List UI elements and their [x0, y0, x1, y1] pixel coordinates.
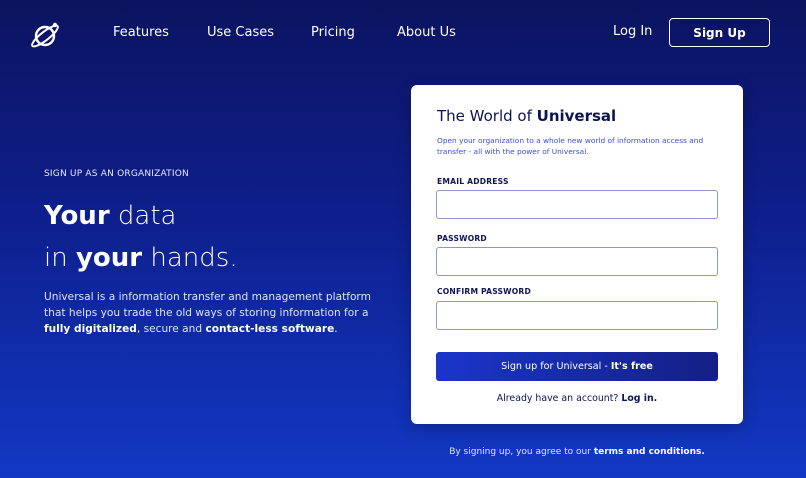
card-title: The World of Universal: [437, 107, 616, 125]
card-title-brand: Universal: [536, 107, 617, 125]
confirm-password-field[interactable]: [436, 301, 718, 330]
email-label: EMAIL ADDRESS: [437, 177, 509, 186]
password-label: PASSWORD: [437, 234, 487, 243]
desc-text-3: .: [334, 323, 338, 335]
card-title-prefix: The World of: [437, 107, 537, 125]
already-account-text: Already have an account? Log in.: [411, 393, 743, 404]
confirm-password-label: CONFIRM PASSWORD: [437, 287, 531, 296]
planet-icon[interactable]: [30, 20, 62, 50]
submit-signup-button[interactable]: Sign up for Universal - It's free: [436, 352, 718, 381]
desc-bold-2: contact-less software: [205, 323, 335, 335]
headline-hands: hands.: [142, 243, 238, 273]
nav-link-features[interactable]: Features: [113, 25, 169, 40]
password-field[interactable]: [436, 247, 718, 276]
nav-link-use-cases[interactable]: Use Cases: [207, 25, 274, 40]
desc-text-2: , secure and: [136, 323, 206, 335]
login-inline-link[interactable]: Log in.: [621, 393, 657, 404]
hero-eyebrow: SIGN UP AS AN ORGANIZATION: [44, 169, 189, 179]
hero-section: SIGN UP AS AN ORGANIZATION Your data in …: [44, 169, 384, 337]
signup-button[interactable]: Sign Up: [669, 18, 770, 47]
email-field[interactable]: [436, 190, 718, 219]
signup-card: The World of Universal Open your organiz…: [411, 85, 743, 424]
headline-in: in: [44, 243, 76, 273]
hero-headline: Your data in your hands.: [44, 195, 384, 279]
hero-description: Universal is a information transfer and …: [44, 289, 374, 337]
terms-notice: By signing up, you agree to our terms an…: [411, 447, 743, 457]
submit-label-free: It's free: [610, 361, 653, 372]
headline-line-2: in your hands.: [44, 237, 384, 279]
login-link[interactable]: Log In: [613, 24, 652, 39]
submit-label: Sign up for Universal -: [501, 361, 608, 372]
nav-link-about-us[interactable]: About Us: [397, 25, 456, 40]
desc-bold-1: fully digitalized: [44, 323, 137, 335]
headline-bold-your-1: Your: [44, 201, 110, 231]
top-navigation: Features Use Cases Pricing About Us Log …: [0, 0, 806, 66]
headline-bold-your-2: your: [75, 243, 143, 273]
already-account-prompt: Already have an account?: [496, 393, 622, 404]
nav-link-pricing[interactable]: Pricing: [311, 25, 355, 40]
card-subtitle: Open your organization to a whole new wo…: [437, 136, 704, 156]
headline-data: data: [109, 201, 177, 231]
terms-text: By signing up, you agree to our: [449, 447, 594, 457]
terms-link[interactable]: terms and conditions.: [594, 447, 705, 457]
headline-line-1: Your data: [44, 195, 384, 237]
desc-text-1: Universal is a information transfer and …: [44, 291, 371, 319]
